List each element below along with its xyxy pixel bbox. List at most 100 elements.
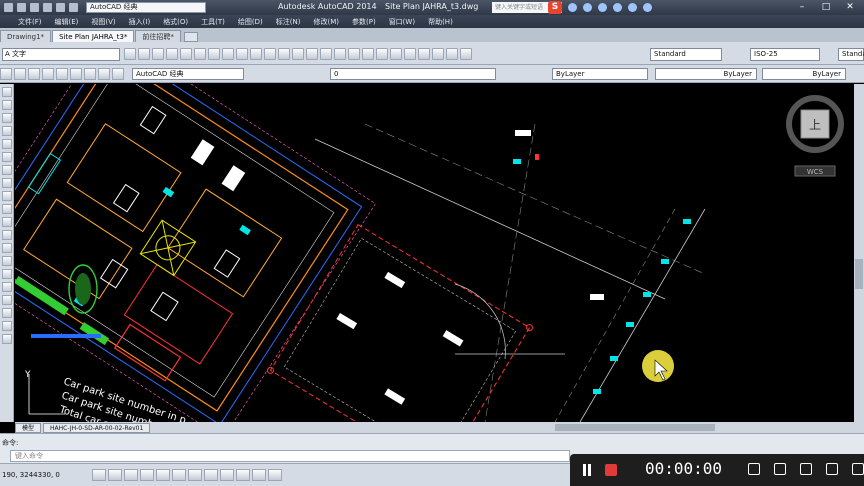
command-input[interactable]: 键入命令 xyxy=(10,450,570,462)
zoom-window-icon[interactable] xyxy=(334,48,346,60)
region-select-icon[interactable] xyxy=(748,463,760,475)
polyline-icon[interactable] xyxy=(2,113,12,123)
region-icon[interactable] xyxy=(2,282,12,292)
revcloud-icon[interactable] xyxy=(2,178,12,188)
menu-format[interactable]: 格式(O) xyxy=(163,17,188,27)
transparency-icon[interactable] xyxy=(252,469,266,481)
recorder-close-icon[interactable] xyxy=(852,463,864,475)
otrack-icon[interactable] xyxy=(188,469,202,481)
hatch-icon[interactable] xyxy=(2,256,12,266)
linetype-dropdown[interactable]: ByLayer xyxy=(655,68,757,80)
camera-icon[interactable] xyxy=(800,463,812,475)
layer-lock-icon[interactable] xyxy=(112,68,124,80)
gradient-icon[interactable] xyxy=(2,269,12,279)
3dosnap-icon[interactable] xyxy=(172,469,186,481)
help-icon[interactable] xyxy=(446,48,458,60)
keyboard-icon[interactable] xyxy=(613,3,622,12)
undo-tool-icon[interactable] xyxy=(278,48,290,60)
lweight-icon[interactable] xyxy=(236,469,250,481)
tab-site-plan[interactable]: Site Plan JAHRA_t3* xyxy=(52,30,135,42)
zoom-realtime-icon[interactable] xyxy=(320,48,332,60)
cut-icon[interactable] xyxy=(208,48,220,60)
sogou-logo-icon[interactable]: S xyxy=(548,1,562,14)
workspace-dropdown[interactable]: AutoCAD 经典 xyxy=(86,2,206,13)
add-selected-icon[interactable] xyxy=(2,321,12,331)
new-tab-icon[interactable] xyxy=(183,32,198,42)
properties-icon[interactable] xyxy=(362,48,374,60)
redo-tool-icon[interactable] xyxy=(292,48,304,60)
menu-file[interactable]: 文件(F) xyxy=(18,17,42,27)
quick-props-icon[interactable] xyxy=(268,469,282,481)
grid-icon[interactable] xyxy=(108,469,122,481)
color-dropdown[interactable]: ByLayer xyxy=(552,68,648,80)
menu-tools[interactable]: 工具(T) xyxy=(201,17,225,27)
viewcube[interactable]: 上 WCS xyxy=(786,95,844,177)
osnap-icon[interactable] xyxy=(156,469,170,481)
erase-icon[interactable] xyxy=(2,334,12,344)
construction-line-icon[interactable] xyxy=(2,100,12,110)
design-center-icon[interactable] xyxy=(376,48,388,60)
polar-icon[interactable] xyxy=(140,469,154,481)
new-file-icon[interactable] xyxy=(17,3,26,12)
tab-layout-sheet[interactable]: HAHC-JH-0-SD-AR-00-02-Rev01 xyxy=(43,422,151,433)
print-icon[interactable] xyxy=(166,48,178,60)
arc-icon[interactable] xyxy=(2,152,12,162)
matchprop-icon[interactable] xyxy=(250,48,262,60)
layer-iso-icon[interactable] xyxy=(56,68,68,80)
point-icon[interactable] xyxy=(2,243,12,253)
dyn-icon[interactable] xyxy=(220,469,234,481)
circle-icon[interactable] xyxy=(2,165,12,175)
menu-view[interactable]: 视图(V) xyxy=(91,17,115,27)
app-menu-icon[interactable] xyxy=(4,3,13,12)
paste-icon[interactable] xyxy=(236,48,248,60)
snap-icon[interactable] xyxy=(92,469,106,481)
layer-match-icon[interactable] xyxy=(42,68,54,80)
table-icon[interactable] xyxy=(2,295,12,305)
quickcalc-icon[interactable] xyxy=(432,48,444,60)
lineweight-dropdown[interactable]: ByLayer xyxy=(762,68,846,80)
font-dropdown[interactable]: A 文字 xyxy=(2,48,120,61)
tab-third[interactable]: 前往招聘* xyxy=(135,30,181,42)
vertical-scrollbar[interactable] xyxy=(854,84,864,422)
viewcube-top-label[interactable]: 上 xyxy=(809,118,821,132)
menu-draw[interactable]: 绘图(D) xyxy=(238,17,263,27)
text-style-icon[interactable] xyxy=(460,48,472,60)
spline-icon[interactable] xyxy=(2,191,12,201)
pan-icon[interactable] xyxy=(306,48,318,60)
save-icon[interactable] xyxy=(43,3,52,12)
layer-manager-icon[interactable] xyxy=(0,68,12,80)
ellipse-icon[interactable] xyxy=(2,204,12,214)
tools-icon[interactable] xyxy=(643,3,652,12)
maximize-icon[interactable]: □ xyxy=(816,1,836,13)
preview-icon[interactable] xyxy=(180,48,192,60)
emoji-icon[interactable] xyxy=(583,3,592,12)
make-block-icon[interactable] xyxy=(2,230,12,240)
redo-icon[interactable] xyxy=(69,3,78,12)
wcs-menu[interactable]: WCS xyxy=(807,168,824,176)
sheet-set-icon[interactable] xyxy=(404,48,416,60)
table-style-dropdown[interactable]: Standa xyxy=(838,48,864,61)
layer-state-icon[interactable] xyxy=(14,68,26,80)
menu-help[interactable]: 帮助(H) xyxy=(428,17,453,27)
pen-icon[interactable] xyxy=(826,463,838,475)
input-mode-icon[interactable] xyxy=(568,3,577,12)
horizontal-scroll-thumb[interactable] xyxy=(555,424,715,431)
block-editor-icon[interactable] xyxy=(264,48,276,60)
menu-insert[interactable]: 插入(I) xyxy=(129,17,151,27)
pause-icon[interactable] xyxy=(582,464,592,476)
insert-block-icon[interactable] xyxy=(2,217,12,227)
layer-dropdown[interactable]: 0 xyxy=(330,68,496,80)
menu-modify[interactable]: 修改(M) xyxy=(313,17,339,27)
qnew-icon[interactable] xyxy=(124,48,136,60)
layer-unisolate-icon[interactable] xyxy=(70,68,82,80)
ortho-icon[interactable] xyxy=(124,469,138,481)
open-icon[interactable] xyxy=(138,48,150,60)
publish-icon[interactable] xyxy=(194,48,206,60)
undo-icon[interactable] xyxy=(56,3,65,12)
line-tool-icon[interactable] xyxy=(2,87,12,97)
save-tool-icon[interactable] xyxy=(152,48,164,60)
mic-icon[interactable] xyxy=(598,3,607,12)
markup-icon[interactable] xyxy=(418,48,430,60)
tab-drawing1[interactable]: Drawing1* xyxy=(0,30,52,42)
mtext-icon[interactable] xyxy=(2,308,12,318)
